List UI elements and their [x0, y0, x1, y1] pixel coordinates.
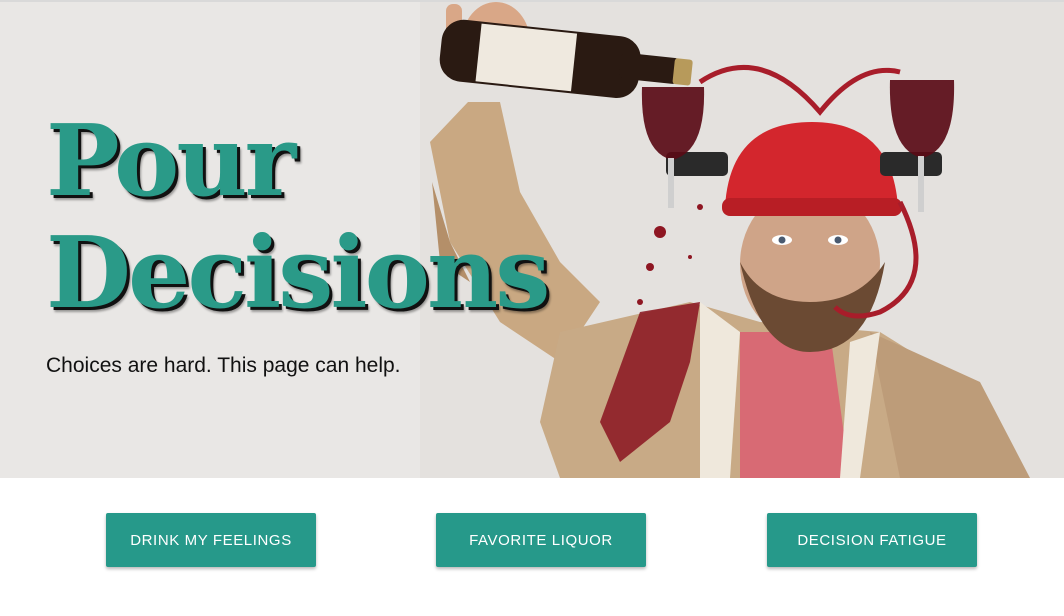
hero-subtitle: Choices are hard. This page can help.	[46, 354, 401, 377]
decision-fatigue-button[interactable]: DECISION FATIGUE	[767, 513, 977, 567]
action-button-row: DRINK MY FEELINGS FAVORITE LIQUOR DECISI…	[0, 513, 1064, 567]
hero-banner: Pour Decisions Choices are hard. This pa…	[0, 2, 1064, 478]
drink-my-feelings-button[interactable]: DRINK MY FEELINGS	[106, 513, 316, 567]
hero-title-line-1: Pour	[46, 104, 296, 219]
hero-title-line-2: Decisions	[46, 216, 550, 331]
page: Pour Decisions Choices are hard. This pa…	[0, 0, 1064, 616]
hero-title: Pour Decisions	[46, 104, 550, 331]
favorite-liquor-button[interactable]: FAVORITE LIQUOR	[436, 513, 646, 567]
